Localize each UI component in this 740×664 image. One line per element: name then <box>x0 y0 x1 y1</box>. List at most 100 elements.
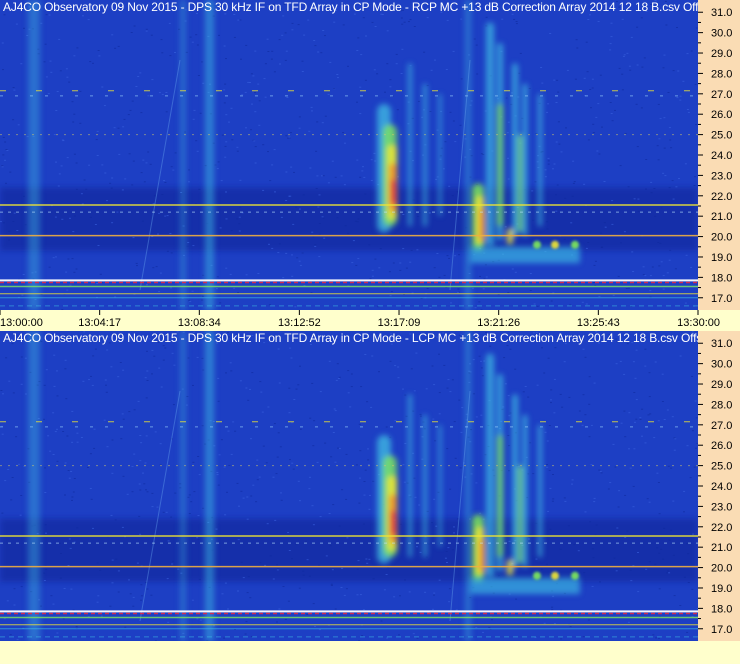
noise-dot <box>16 639 19 641</box>
noise-dot <box>541 347 543 349</box>
noise-dot <box>276 564 278 566</box>
noise-dot <box>612 443 615 445</box>
noise-dot <box>197 538 200 540</box>
noise-dot <box>342 132 345 134</box>
noise-dot <box>536 384 539 386</box>
noise-dot <box>66 157 69 159</box>
noise-dot <box>332 432 335 433</box>
noise-dot <box>17 124 20 126</box>
burst-spot <box>533 240 541 249</box>
noise-dot <box>310 106 313 108</box>
noise-dot <box>132 237 135 239</box>
noise-dot <box>590 107 592 109</box>
noise-dot <box>581 301 584 303</box>
noise-dot <box>114 47 117 49</box>
noise-dot <box>359 86 362 88</box>
noise-dot <box>239 179 242 181</box>
noise-dot <box>252 75 255 77</box>
time-axis: 13:00:00 13:04:17 13:08:34 13:12:52 13:17:09… <box>0 310 740 331</box>
noise-dot <box>472 287 474 289</box>
noise-dot <box>670 529 673 531</box>
noise-dot <box>634 377 637 379</box>
noise-dot <box>436 253 439 254</box>
noise-dot <box>278 39 281 41</box>
noise-dot <box>256 459 259 461</box>
noise-dot <box>370 406 373 408</box>
lcp-frequency-axis: 31.0 30.0 29.0 28.0 27.0 26.0 25.0 24.0 23.0 22.0… <box>698 331 740 641</box>
noise-dot <box>13 89 16 91</box>
noise-dot <box>168 22 171 24</box>
noise-dot <box>186 396 189 397</box>
noise-dot <box>635 103 638 105</box>
noise-dot <box>131 491 134 493</box>
burst-blob <box>408 394 412 558</box>
noise-dot <box>293 399 296 400</box>
noise-dot <box>157 233 159 235</box>
noise-dot <box>259 562 262 564</box>
noise-dot <box>295 388 298 390</box>
noise-dot <box>3 14 6 16</box>
noise-dot <box>383 589 386 591</box>
noise-dot <box>50 595 53 597</box>
noise-dot <box>98 55 101 57</box>
noise-dot <box>662 275 665 277</box>
noise-dot <box>62 140 65 142</box>
freq-tick-label: 24.0 <box>711 150 732 162</box>
noise-dot <box>280 492 282 494</box>
noise-dot <box>632 506 635 508</box>
noise-dot <box>426 288 429 289</box>
dark-band <box>0 187 698 251</box>
noise-dot <box>285 50 288 52</box>
noise-dot <box>139 533 142 535</box>
noise-dot <box>302 570 305 572</box>
noise-dot <box>217 400 220 402</box>
noise-dot <box>365 558 368 560</box>
noise-dot <box>449 391 452 393</box>
noise-dot <box>69 217 71 219</box>
burst-blob <box>438 424 442 548</box>
noise-dot <box>609 102 612 103</box>
noise-dot <box>192 245 195 247</box>
noise-dot <box>236 218 239 220</box>
noise-dot <box>13 604 16 606</box>
noise-dot <box>672 554 675 556</box>
noise-dot <box>12 119 15 121</box>
noise-dot <box>121 526 124 528</box>
noise-dot <box>224 145 227 147</box>
noise-dot <box>245 387 248 389</box>
noise-dot <box>458 254 460 256</box>
noise-dot <box>56 395 59 397</box>
noise-dot <box>370 180 373 181</box>
noise-dot <box>476 73 479 75</box>
noise-dot <box>237 590 239 592</box>
noise-dot <box>246 592 249 594</box>
noise-dot <box>557 121 560 123</box>
noise-dot <box>552 595 555 597</box>
noise-dot <box>645 568 648 570</box>
noise-dot <box>172 560 174 562</box>
noise-dot <box>201 299 204 301</box>
noise-dot <box>531 190 534 192</box>
noise-dot <box>418 504 421 506</box>
noise-dot <box>624 537 627 538</box>
noise-dot <box>270 58 273 60</box>
rcp-spectrogram: AJ4CO Observatory 09 Nov 2015 - DPS 30 k… <box>0 0 698 310</box>
noise-dot <box>431 522 433 524</box>
noise-dot <box>555 141 558 143</box>
noise-dot <box>117 570 120 572</box>
noise-dot <box>635 418 638 420</box>
noise-dot <box>191 290 194 292</box>
noise-dot <box>620 242 622 244</box>
noise-dot <box>82 15 84 17</box>
noise-dot <box>67 565 70 566</box>
noise-dot <box>504 226 507 228</box>
noise-dot <box>52 603 55 605</box>
noise-dot <box>254 146 257 148</box>
noise-dot <box>609 49 612 51</box>
noise-dot <box>447 547 450 549</box>
noise-dot <box>135 86 138 87</box>
noise-dot <box>202 295 204 297</box>
noise-dot <box>663 527 666 529</box>
noise-dot <box>648 501 651 503</box>
noise-dot <box>288 195 291 197</box>
